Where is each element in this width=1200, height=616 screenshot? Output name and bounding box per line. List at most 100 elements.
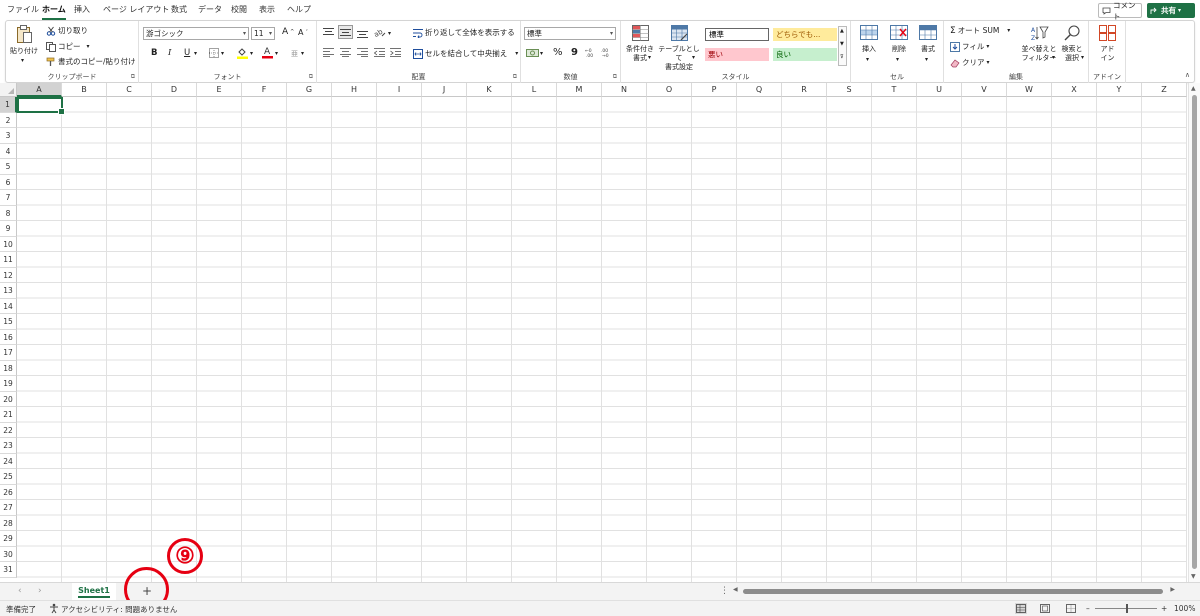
column-header[interactable]: U (917, 83, 962, 97)
align-top-icon[interactable] (323, 28, 334, 37)
column-header[interactable]: I (377, 83, 422, 97)
scroll-right-icon[interactable]: ▶ (1170, 586, 1175, 593)
column-header[interactable]: J (422, 83, 467, 97)
increase-font-size-icon[interactable]: A ^ (282, 27, 294, 37)
column-header[interactable]: L (512, 83, 557, 97)
page-layout-view-icon[interactable] (1039, 603, 1051, 614)
row-header[interactable]: 29 (0, 531, 17, 547)
comment-button[interactable]: コメント (1098, 1, 1142, 21)
row-header[interactable]: 14 (0, 298, 17, 314)
normal-view-icon[interactable] (1015, 603, 1027, 614)
align-bottom-icon[interactable] (357, 29, 368, 38)
accessibility-icon[interactable] (49, 603, 59, 614)
addins-button[interactable]: アド イン (1091, 24, 1124, 68)
row-header[interactable]: 6 (0, 174, 17, 190)
chevron-down-icon[interactable]: ▾ (540, 50, 543, 57)
horizontal-scroll-thumb[interactable] (743, 589, 1163, 594)
cell-style-item[interactable]: 良い (773, 48, 837, 61)
phonetic-icon[interactable]: 亜 (290, 47, 299, 58)
autosum-button[interactable]: Σ オート SUM ▾ (950, 25, 1010, 36)
cell-style-item[interactable]: 標準 (705, 28, 769, 41)
styles-scroll[interactable]: ▲ ▼ ⊽ (838, 26, 847, 66)
column-header[interactable]: X (1052, 83, 1097, 97)
vertical-scroll-thumb[interactable] (1192, 95, 1197, 569)
fill-button[interactable]: フィル ▾ (950, 41, 989, 52)
vertical-scrollbar[interactable]: ▲ ▼ (1188, 83, 1200, 582)
menu-tab[interactable]: ホーム (42, 4, 66, 20)
menu-tab[interactable]: ヘルプ (287, 4, 311, 15)
italic-button[interactable]: I (168, 48, 171, 58)
zoom-level[interactable]: 100% (1174, 604, 1195, 613)
row-header[interactable]: 24 (0, 453, 17, 469)
row-header[interactable]: 23 (0, 438, 17, 454)
delete-cells-button[interactable]: 削除 ▾ (885, 24, 913, 68)
menu-tab[interactable]: 校閲 (231, 4, 247, 15)
insert-cells-button[interactable]: 挿入 ▾ (855, 24, 883, 68)
column-header[interactable]: Z (1142, 83, 1187, 97)
chevron-down-icon[interactable]: ▾ (275, 50, 278, 57)
select-all-button[interactable] (0, 83, 17, 97)
column-header[interactable]: N (602, 83, 647, 97)
row-header[interactable]: 22 (0, 422, 17, 438)
font-size-select[interactable]: 11 ▾ (251, 27, 275, 40)
row-header[interactable]: 9 (0, 221, 17, 237)
menu-tab[interactable]: ページ レイアウト (103, 4, 169, 15)
cell-style-item[interactable]: どちらでも... (773, 28, 837, 41)
horizontal-scrollbar[interactable]: ◀ ▶ (733, 586, 1175, 596)
page-break-view-icon[interactable] (1065, 603, 1077, 614)
column-header[interactable]: S (827, 83, 872, 97)
column-header[interactable]: Y (1097, 83, 1142, 97)
more-options-icon[interactable]: ⋮ (720, 586, 729, 596)
paste-button[interactable]: 貼り付け ▾ (10, 24, 38, 68)
row-header[interactable]: 11 (0, 252, 17, 268)
column-header[interactable]: G (287, 83, 332, 97)
column-header[interactable]: C (107, 83, 152, 97)
column-header[interactable]: T (872, 83, 917, 97)
comma-button[interactable]: 9 (571, 47, 578, 58)
row-header[interactable]: 25 (0, 469, 17, 485)
column-header[interactable]: Q (737, 83, 782, 97)
font-name-select[interactable]: 游ゴシック ▾ (143, 27, 249, 40)
underline-button[interactable]: U (184, 48, 190, 58)
scroll-left-icon[interactable]: ◀ (733, 586, 738, 593)
align-right-icon[interactable] (357, 48, 368, 57)
align-middle-icon[interactable] (338, 25, 353, 39)
dialog-launcher-icon[interactable]: ⧉ (309, 73, 313, 81)
row-header[interactable]: 18 (0, 360, 17, 376)
decrease-decimal-icon[interactable]: .00 →0 (601, 47, 613, 58)
chevron-down-icon[interactable]: ▾ (301, 50, 304, 57)
menu-tab[interactable]: ファイル (7, 4, 39, 15)
find-select-button[interactable]: 検索と 選択 ▾ (1057, 24, 1087, 68)
active-cell-cursor[interactable] (17, 97, 65, 115)
wrap-text-button[interactable]: 折り返して全体を表示する (413, 27, 515, 38)
sort-filter-button[interactable]: AZ 並べ替えと フィルター ▾ (1020, 24, 1058, 68)
column-header[interactable]: B (62, 83, 107, 97)
row-header[interactable]: 27 (0, 500, 17, 516)
zoom-out-icon[interactable]: – (1086, 604, 1090, 613)
align-left-icon[interactable] (323, 48, 334, 57)
decrease-font-size-icon[interactable]: Aˇ (298, 28, 308, 37)
chevron-down-icon[interactable]: ▾ (250, 50, 253, 57)
font-color-icon[interactable]: A (262, 46, 273, 59)
row-header[interactable]: 21 (0, 407, 17, 423)
column-header[interactable]: P (692, 83, 737, 97)
row-header[interactable]: 13 (0, 283, 17, 299)
cut-button[interactable]: 切り取り (46, 25, 88, 36)
column-header[interactable]: V (962, 83, 1007, 97)
column-header[interactable]: R (782, 83, 827, 97)
menu-tab[interactable]: 表示 (259, 4, 275, 15)
number-format-select[interactable]: 標準 ▾ (524, 27, 616, 40)
copy-button[interactable]: コピー ▾ (46, 41, 90, 52)
merge-center-button[interactable]: セルを結合して中央揃え ▾ (413, 48, 518, 59)
row-header[interactable]: 30 (0, 546, 17, 562)
column-header[interactable]: O (647, 83, 692, 97)
border-icon[interactable] (209, 48, 219, 58)
dialog-launcher-icon[interactable]: ⧉ (613, 73, 617, 81)
column-header[interactable]: A (17, 83, 62, 97)
row-header[interactable]: 17 (0, 345, 17, 361)
format-as-table-button[interactable]: テーブルとして 書式設定 ▾ (658, 24, 700, 71)
row-header[interactable]: 12 (0, 267, 17, 283)
zoom-in-icon[interactable]: + (1161, 604, 1167, 613)
row-header[interactable]: 31 (0, 562, 17, 578)
increase-indent-icon[interactable] (390, 48, 401, 57)
